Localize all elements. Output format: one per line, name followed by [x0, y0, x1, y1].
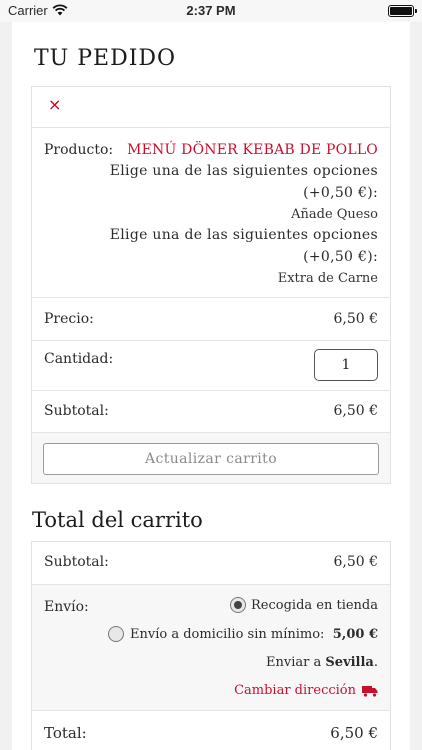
- cart-totals-title: Total del carrito: [32, 508, 203, 532]
- totals-subtotal-label: Subtotal:: [44, 554, 109, 570]
- ship-to-text: Enviar a Sevilla.: [266, 655, 378, 670]
- price-row: Precio: 6,50 €: [32, 297, 390, 340]
- page-content: TU PEDIDO × Producto: MENÚ DÖNER KEBAB D…: [12, 22, 410, 750]
- ship-to-suffix: .: [373, 655, 378, 670]
- ship-to-city: Sevilla: [325, 655, 374, 670]
- battery-icon: [388, 5, 417, 17]
- totals-subtotal-value: 6,50 €: [333, 554, 378, 570]
- remove-item-icon[interactable]: ×: [48, 95, 61, 114]
- order-title: TU PEDIDO: [34, 46, 177, 71]
- option-1-price: (+0,50 €):: [303, 185, 378, 201]
- total-value: 6,50 €: [330, 724, 378, 742]
- update-cart-button[interactable]: Actualizar carrito: [43, 443, 379, 475]
- option-1-value: Añade Queso: [291, 207, 378, 222]
- home-delivery-radio[interactable]: [108, 626, 124, 642]
- total-label: Total:: [44, 724, 87, 742]
- subtotal-row: Subtotal: 6,50 €: [32, 390, 390, 432]
- subtotal-label: Subtotal:: [44, 403, 109, 419]
- status-bar: Carrier 2:37 PM: [0, 0, 422, 22]
- option-2-title: Elige una de las siguientes opciones: [109, 227, 378, 243]
- ship-to-prefix: Enviar a: [266, 655, 322, 670]
- change-address-link[interactable]: Cambiar dirección: [234, 683, 378, 698]
- update-cart-row: Actualizar carrito: [32, 432, 390, 483]
- product-label: Producto:: [44, 142, 114, 158]
- cart-item-header-row: ×: [32, 87, 390, 127]
- pickup-option-label[interactable]: Recogida en tienda: [251, 598, 378, 613]
- shipping-label: Envío:: [44, 599, 89, 615]
- clock: 2:37 PM: [186, 3, 236, 18]
- product-name-link[interactable]: MENÚ DÖNER KEBAB DE POLLO: [127, 142, 378, 158]
- price-value: 6,50 €: [333, 311, 378, 327]
- change-address-label: Cambiar dirección: [234, 683, 356, 698]
- cart-totals-table: Subtotal: 6,50 € Envío: Recogida en tien…: [31, 541, 391, 750]
- option-2-price: (+0,50 €):: [303, 249, 378, 265]
- quantity-input[interactable]: [314, 349, 378, 381]
- cart-table: × Producto: MENÚ DÖNER KEBAB DE POLLO El…: [31, 86, 391, 484]
- product-row: Producto: MENÚ DÖNER KEBAB DE POLLO Elig…: [32, 127, 390, 297]
- totals-subtotal-row: Subtotal: 6,50 €: [32, 542, 390, 584]
- home-delivery-price: 5,00 €: [332, 627, 378, 642]
- subtotal-value: 6,50 €: [333, 403, 378, 419]
- truck-icon: [362, 685, 378, 697]
- option-1-title: Elige una de las siguientes opciones: [109, 163, 378, 179]
- quantity-label: Cantidad:: [44, 351, 114, 367]
- quantity-row: Cantidad:: [32, 340, 390, 390]
- shipping-row: Envío: Recogida en tienda Envío a domici…: [32, 584, 390, 710]
- home-delivery-option-label[interactable]: Envío a domicilio sin mínimo:: [130, 627, 324, 642]
- total-row: Total: 6,50 €: [32, 710, 390, 750]
- option-2-value: Extra de Carne: [277, 271, 378, 286]
- pickup-radio[interactable]: [230, 597, 246, 613]
- price-label: Precio:: [44, 311, 94, 327]
